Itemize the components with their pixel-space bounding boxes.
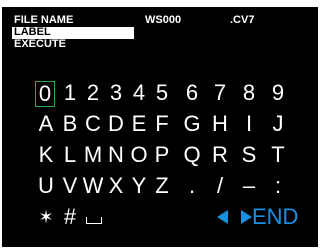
key-hash[interactable]: # xyxy=(59,205,81,229)
key-slash[interactable]: / xyxy=(209,174,231,198)
key-6[interactable]: 6 xyxy=(181,81,203,105)
key-G[interactable]: G xyxy=(181,112,203,136)
key-D[interactable]: D xyxy=(105,112,127,136)
key-L[interactable]: L xyxy=(59,143,81,167)
key-E[interactable]: E xyxy=(128,112,150,136)
key-colon[interactable]: : xyxy=(267,174,289,198)
key-C[interactable]: C xyxy=(82,112,104,136)
key-O[interactable]: O xyxy=(128,143,150,167)
key-U[interactable]: U xyxy=(35,174,57,198)
key-R[interactable]: R xyxy=(209,143,231,167)
key-J[interactable]: J xyxy=(267,112,289,136)
key-2[interactable]: 2 xyxy=(82,81,104,105)
key-9[interactable]: 9 xyxy=(267,81,289,105)
key-5[interactable]: 5 xyxy=(151,81,173,105)
key-Z[interactable]: Z xyxy=(151,174,173,198)
key-V[interactable]: V xyxy=(59,174,81,198)
cursor-right-arrow-icon[interactable] xyxy=(241,210,252,224)
key-Q[interactable]: Q xyxy=(181,143,203,167)
key-I[interactable]: I xyxy=(238,112,260,136)
key-0[interactable]: 0 xyxy=(35,81,55,107)
character-grid: 0 1 2 3 4 5 6 7 8 9 A B C D E F G H I J K L M N O P Q R S T U V W X Y Z. / –:… xyxy=(2,7,318,247)
key-A[interactable]: A xyxy=(35,112,57,136)
key-W[interactable]: W xyxy=(82,174,104,198)
key-B[interactable]: B xyxy=(59,112,81,136)
key-X[interactable]: X xyxy=(105,174,127,198)
key-space[interactable] xyxy=(86,217,102,224)
key-period[interactable]: . xyxy=(181,174,203,198)
key-N[interactable]: N xyxy=(105,143,127,167)
key-star[interactable]: ✶ xyxy=(35,205,57,229)
key-F[interactable]: F xyxy=(151,112,173,136)
character-entry-screen: FILE NAME LABEL EXECUTE WS000 .CV7 01234… xyxy=(2,7,318,247)
key-T[interactable]: T xyxy=(267,143,289,167)
end-button[interactable]: END xyxy=(252,205,298,229)
key-3[interactable]: 3 xyxy=(105,81,127,105)
key-K[interactable]: K xyxy=(35,143,57,167)
key-Y[interactable]: Y xyxy=(128,174,150,198)
key-4[interactable]: 4 xyxy=(128,81,150,105)
key-dash[interactable]: – xyxy=(238,174,260,198)
key-S[interactable]: S xyxy=(238,143,260,167)
key-M[interactable]: M xyxy=(82,143,104,167)
key-P[interactable]: P xyxy=(151,143,173,167)
key-1[interactable]: 1 xyxy=(59,81,81,105)
key-H[interactable]: H xyxy=(209,112,231,136)
key-7[interactable]: 7 xyxy=(209,81,231,105)
key-8[interactable]: 8 xyxy=(238,81,260,105)
cursor-left-arrow-icon[interactable] xyxy=(217,210,228,224)
